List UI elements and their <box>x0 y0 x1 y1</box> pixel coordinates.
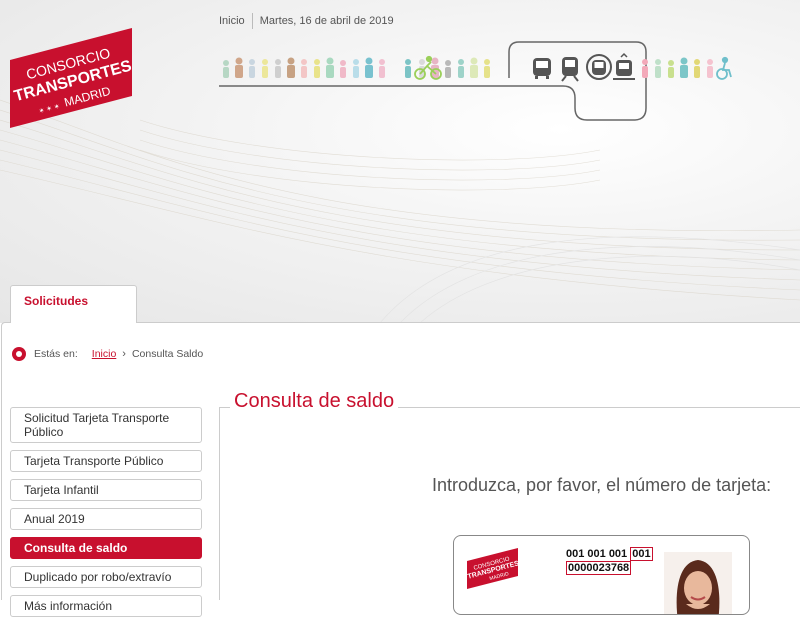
current-date: Martes, 16 de abril de 2019 <box>259 15 394 27</box>
chevron-right-icon: › <box>122 348 126 360</box>
breadcrumb-prefix: Estás en: <box>34 348 78 360</box>
card-logo: CONSORCIO TRANSPORTES MADRID <box>467 548 519 589</box>
metro-icon[interactable] <box>586 54 612 80</box>
wheelchair-icon <box>716 56 732 80</box>
sidebar-item-solicitud-tarjeta[interactable]: Solicitud Tarjeta Transporte Público <box>10 407 202 443</box>
cardholder-photo <box>664 552 732 614</box>
bus-icon[interactable] <box>533 58 551 79</box>
breadcrumb: Estás en: Inicio › Consulta Saldo <box>12 347 203 361</box>
page-title: Consulta de saldo <box>230 390 399 413</box>
consorcio-transportes-madrid-logo[interactable]: CONSORCIO TRANSPORTES MADRID ✶ ✶ ✶ <box>10 28 134 128</box>
breadcrumb-home-link[interactable]: Inicio <box>92 348 117 360</box>
breadcrumb-current: Consulta Saldo <box>131 348 204 360</box>
top-bar: Inicio Martes, 16 de abril de 2019 <box>219 13 394 29</box>
sidebar-item-consulta-saldo[interactable]: Consulta de saldo <box>10 537 202 559</box>
transport-card-image: CONSORCIO TRANSPORTES MADRID 001 001 001… <box>453 535 750 615</box>
sidebar-item-anual-2019[interactable]: Anual 2019 <box>10 508 202 530</box>
sidebar-item-duplicado[interactable]: Duplicado por robo/extravío <box>10 566 202 588</box>
header-banner: CONSORCIO TRANSPORTES MADRID ✶ ✶ ✶ Inici… <box>0 0 800 323</box>
transport-bubble-outline <box>219 41 647 121</box>
sidebar-item-tarjeta-infantil[interactable]: Tarjeta Infantil <box>10 479 202 501</box>
train-icon[interactable] <box>561 57 579 82</box>
transport-people-strip <box>219 41 732 121</box>
location-marker-icon <box>12 347 26 361</box>
light-rail-icon[interactable] <box>613 52 635 80</box>
card-number-prompt: Introduzca, por favor, el número de tarj… <box>432 475 772 495</box>
tab-solicitudes[interactable]: Solicitudes <box>10 285 137 323</box>
divider <box>251 13 253 29</box>
sidebar-item-mas-informacion[interactable]: Más información <box>10 595 202 617</box>
home-link[interactable]: Inicio <box>219 15 245 27</box>
sidebar-item-tarjeta-transporte[interactable]: Tarjeta Transporte Público <box>10 450 202 472</box>
person-icon <box>223 57 713 78</box>
sidebar-menu: Solicitud Tarjeta Transporte Público Tar… <box>10 407 202 624</box>
card-number-line2: 0000023768 <box>566 561 632 575</box>
card-number-line1: 001 001 001 001 <box>566 547 653 561</box>
